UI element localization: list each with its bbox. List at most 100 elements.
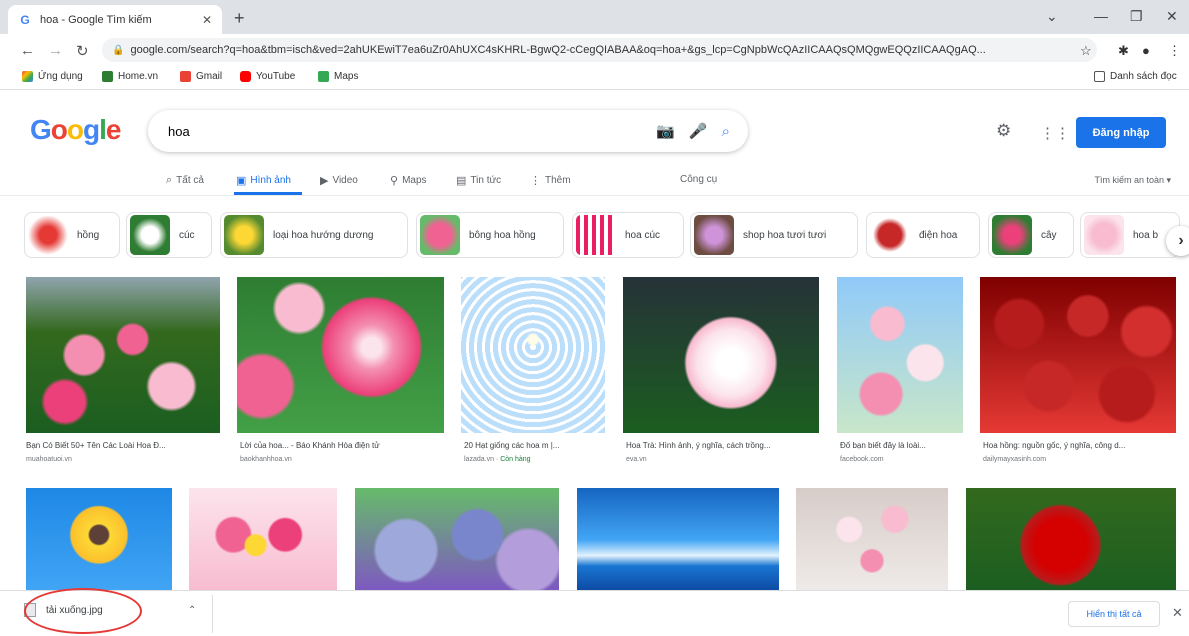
chip[interactable]: hoa b bbox=[1080, 212, 1180, 258]
result-image[interactable] bbox=[796, 488, 948, 592]
chip[interactable]: hoa cúc bbox=[572, 212, 684, 258]
chip-thumbnail bbox=[992, 215, 1032, 255]
chip-thumbnail bbox=[130, 215, 170, 255]
news-icon: ▤ bbox=[456, 175, 467, 187]
result-image[interactable] bbox=[355, 488, 559, 592]
chips-next-chevron-icon[interactable]: › bbox=[1166, 226, 1189, 256]
tabs-divider bbox=[0, 195, 1189, 196]
tab-images[interactable]: ▣ Hình ảnh bbox=[236, 174, 291, 187]
google-favicon-icon: G bbox=[20, 12, 30, 27]
chevron-up-icon[interactable]: ⌃ bbox=[188, 605, 196, 616]
result-caption[interactable]: Hoa Trà: Hình ảnh, ý nghĩa, cách trồng..… bbox=[626, 441, 819, 450]
result-caption[interactable]: Bạn Có Biết 50+ Tên Các Loài Hoa Đ... bbox=[26, 441, 220, 450]
chip[interactable]: shop hoa tươi tươi bbox=[690, 212, 858, 258]
result-image[interactable] bbox=[26, 277, 220, 433]
sign-in-button[interactable]: Đăng nhập bbox=[1076, 117, 1166, 148]
youtube-icon bbox=[240, 71, 251, 82]
forward-icon[interactable]: → bbox=[48, 42, 63, 59]
result-image[interactable] bbox=[189, 488, 337, 592]
show-all-button[interactable]: Hiển thị tất cả bbox=[1068, 601, 1160, 627]
menu-icon[interactable]: ⋮ bbox=[1168, 43, 1181, 59]
search-icon[interactable]: ⌕ bbox=[722, 123, 730, 140]
chip[interactable]: bông hoa hồng bbox=[416, 212, 564, 258]
bookmark-youtube[interactable]: YouTube bbox=[240, 71, 295, 82]
download-bar: tải xuống.jpg ⌃ Hiển thị tất cả ✕ bbox=[0, 590, 1189, 636]
profile-icon[interactable]: ● bbox=[1142, 43, 1150, 58]
result-image[interactable] bbox=[837, 277, 963, 433]
bookmark-homevn[interactable]: Home.vn bbox=[102, 71, 158, 82]
result-image[interactable] bbox=[237, 277, 444, 433]
camera-icon[interactable]: 📷 bbox=[656, 122, 675, 140]
chip-thumbnail bbox=[224, 215, 264, 255]
chip[interactable]: cúc bbox=[126, 212, 212, 258]
bookmark-star-icon[interactable]: ☆ bbox=[1080, 43, 1092, 59]
result-source: lazada.vn · Còn hàng bbox=[464, 456, 531, 463]
chip[interactable]: cây bbox=[988, 212, 1074, 258]
bookmark-gmail[interactable]: Gmail bbox=[180, 71, 222, 82]
result-image[interactable] bbox=[980, 277, 1176, 433]
result-caption[interactable]: Hoa hồng: nguồn gốc, ý nghĩa, công d... bbox=[983, 441, 1173, 450]
result-image[interactable] bbox=[461, 277, 605, 433]
result-image[interactable] bbox=[966, 488, 1176, 592]
related-chips: hồng cúc loại hoa hướng dương bông hoa h… bbox=[0, 212, 1189, 260]
result-caption[interactable]: Đố bạn biết đây là loài... bbox=[840, 441, 963, 450]
result-source: eva.vn bbox=[626, 456, 647, 463]
browser-tab-strip: G hoa - Google Tìm kiếm ✕ + ⌄ — ❐ ✕ bbox=[0, 0, 1189, 34]
minimize-icon[interactable]: — bbox=[1094, 8, 1108, 24]
chip-thumbnail bbox=[420, 215, 460, 255]
url-text: google.com/search?q=hoa&tbm=isch&ved=2ah… bbox=[130, 44, 986, 56]
apps-grid-icon bbox=[22, 71, 33, 82]
result-image[interactable] bbox=[26, 488, 172, 592]
search-input[interactable] bbox=[166, 122, 643, 140]
extensions-icon[interactable]: ✱ bbox=[1118, 43, 1129, 59]
browser-tab[interactable]: G hoa - Google Tìm kiếm ✕ bbox=[8, 5, 222, 34]
in-stock-badge: Còn hàng bbox=[500, 456, 531, 463]
tab-maps[interactable]: ⚲ Maps bbox=[390, 174, 427, 187]
more-icon: ⋮ bbox=[530, 175, 541, 187]
search-tabs: ⌕ Tất cả ▣ Hình ảnh ▶ Video ⚲ Maps ▤ Tin tức … bbox=[0, 170, 1189, 194]
close-window-icon[interactable]: ✕ bbox=[1166, 8, 1178, 25]
download-bar-close-icon[interactable]: ✕ bbox=[1172, 605, 1183, 621]
gmail-icon bbox=[180, 71, 191, 82]
chip[interactable]: điện hoa bbox=[866, 212, 980, 258]
browser-toolbar: ← → ↻ 🔒 google.com/search?q=hoa&tbm=isch… bbox=[0, 34, 1189, 66]
safesearch-toggle[interactable]: Tìm kiếm an toàn ▾ bbox=[1094, 175, 1171, 186]
search-icon: ⌕ bbox=[166, 174, 173, 186]
tab-search-icon[interactable]: ⌄ bbox=[1046, 8, 1058, 25]
highlight-annotation bbox=[24, 588, 142, 634]
tab-video[interactable]: ▶ Video bbox=[320, 174, 358, 187]
download-separator bbox=[212, 595, 213, 633]
tab-title: hoa - Google Tìm kiếm bbox=[40, 13, 152, 26]
chip-thumbnail bbox=[576, 215, 616, 255]
chip[interactable]: hồng bbox=[24, 212, 120, 258]
reading-list[interactable]: Danh sách đọc bbox=[1094, 71, 1177, 82]
microphone-icon[interactable]: 🎤 bbox=[689, 122, 708, 140]
tab-all[interactable]: ⌕ Tất cả bbox=[166, 174, 204, 187]
search-box: 📷 🎤 ⌕ bbox=[148, 110, 748, 152]
new-tab-icon[interactable]: + bbox=[234, 8, 245, 29]
chip[interactable]: loại hoa hướng dương bbox=[220, 212, 408, 258]
result-caption[interactable]: 20 Hạt giống các hoa m |... bbox=[464, 441, 606, 450]
address-bar[interactable]: 🔒 google.com/search?q=hoa&tbm=isch&ved=2… bbox=[102, 38, 1097, 62]
google-logo[interactable]: Google bbox=[30, 114, 121, 146]
bookmark-maps[interactable]: Maps bbox=[318, 71, 358, 82]
back-icon[interactable]: ← bbox=[20, 42, 35, 59]
result-caption[interactable]: Lời của hoa... - Báo Khánh Hòa điện tử bbox=[240, 441, 444, 450]
chip-thumbnail bbox=[694, 215, 734, 255]
result-image[interactable] bbox=[623, 277, 819, 433]
image-icon: ▣ bbox=[236, 175, 247, 187]
tab-news[interactable]: ▤ Tin tức bbox=[456, 174, 501, 187]
tab-more[interactable]: ⋮ Thêm bbox=[530, 174, 571, 187]
settings-gear-icon[interactable]: ⚙ bbox=[996, 121, 1011, 141]
chip-thumbnail bbox=[28, 215, 68, 255]
restore-icon[interactable]: ❐ bbox=[1130, 8, 1143, 25]
bookmark-apps[interactable]: Ứng dụng bbox=[22, 71, 83, 82]
result-source: facebook.com bbox=[840, 456, 884, 463]
bookmarks-bar: Ứng dụng Home.vn Gmail YouTube Maps Danh… bbox=[0, 66, 1189, 90]
reload-icon[interactable]: ↻ bbox=[76, 42, 89, 60]
chip-thumbnail bbox=[870, 215, 910, 255]
result-image[interactable] bbox=[577, 488, 779, 592]
tools-button[interactable]: Công cụ bbox=[680, 174, 717, 185]
tab-close-icon[interactable]: ✕ bbox=[202, 13, 212, 27]
maps-icon bbox=[318, 71, 329, 82]
